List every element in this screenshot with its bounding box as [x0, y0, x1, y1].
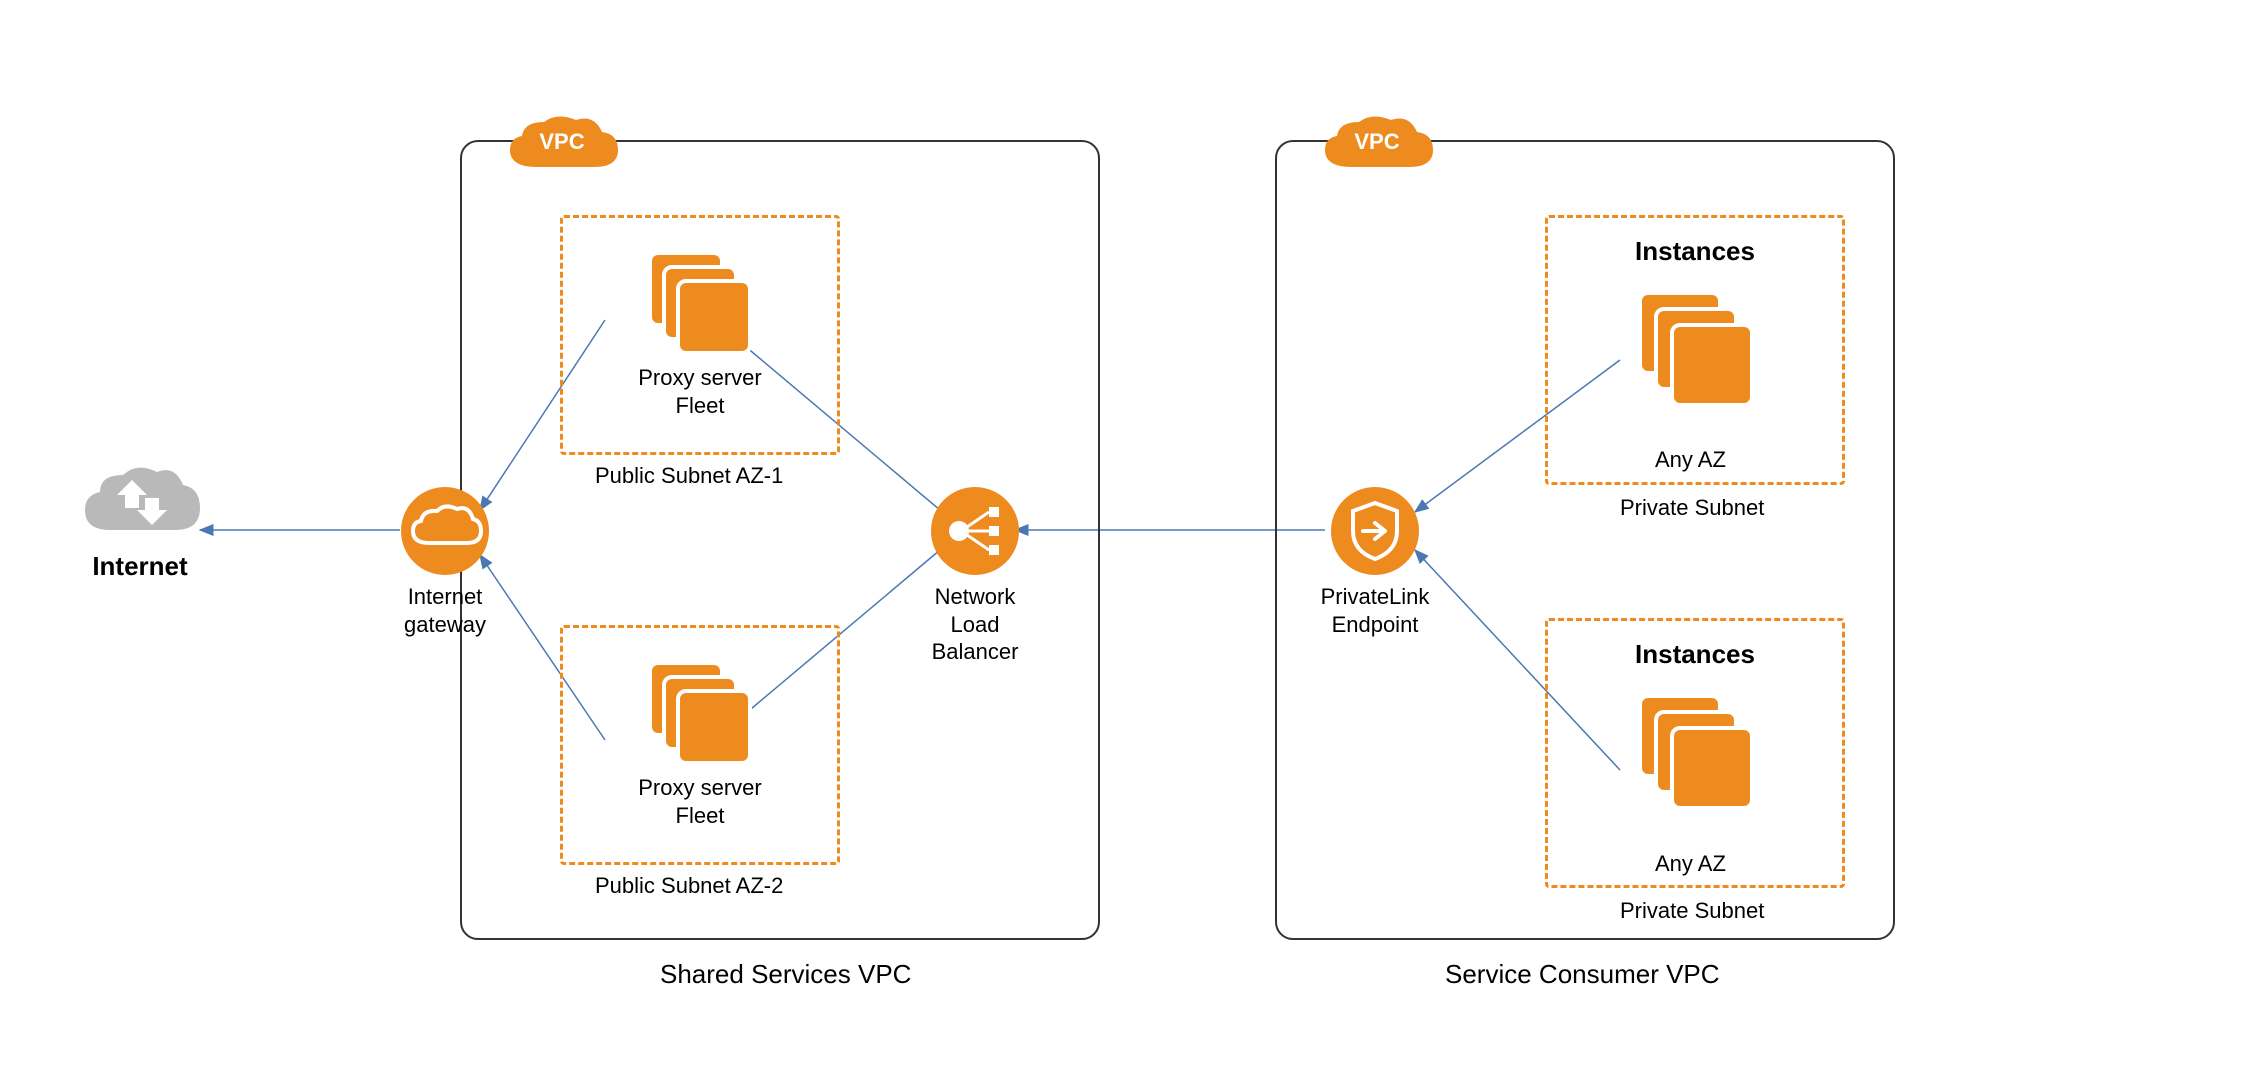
proxy-fleet-2-label: Proxy server Fleet [638, 774, 761, 829]
any-az-2-label: Any AZ [1655, 850, 1726, 878]
instances-1-title: Instances [1635, 235, 1755, 268]
instances-stack-icon [640, 245, 760, 360]
instances-stack-icon [1630, 688, 1760, 813]
cloud-icon [75, 460, 205, 550]
private-subnet-2-label: Private Subnet [1620, 897, 1764, 925]
vpc-badge-right: VPC [1317, 112, 1437, 172]
network-load-balancer-node: Network Load Balancer [920, 485, 1030, 666]
any-az-1-label: Any AZ [1655, 446, 1726, 474]
vpc-badge-right-label: VPC [1354, 129, 1399, 155]
nlb-label: Network Load Balancer [920, 583, 1030, 666]
public-subnet-az2-label: Public Subnet AZ-2 [595, 872, 783, 900]
shared-services-vpc-title: Shared Services VPC [660, 958, 911, 991]
instances-stack-icon [640, 655, 760, 770]
public-subnet-az1-label: Public Subnet AZ-1 [595, 462, 783, 490]
instances-1-node [1610, 285, 1780, 410]
igw-label: Internet gateway [404, 583, 486, 638]
internet-gateway-node: Internet gateway [395, 485, 495, 638]
privatelink-endpoint-node: PrivateLink Endpoint [1320, 485, 1430, 638]
proxy-fleet-1-node: Proxy server Fleet [605, 245, 795, 419]
load-balancer-icon [929, 485, 1021, 577]
proxy-fleet-2-node: Proxy server Fleet [605, 655, 795, 829]
internet-node: Internet [60, 460, 220, 583]
privatelink-icon [1329, 485, 1421, 577]
internet-label: Internet [92, 550, 187, 583]
vpc-badge-left-label: VPC [539, 129, 584, 155]
proxy-fleet-1-label: Proxy server Fleet [638, 364, 761, 419]
privatelink-label: PrivateLink Endpoint [1321, 583, 1430, 638]
vpc-badge-left: VPC [502, 112, 622, 172]
instances-2-node [1610, 688, 1780, 813]
instances-2-title: Instances [1635, 638, 1755, 671]
private-subnet-1-label: Private Subnet [1620, 494, 1764, 522]
instances-stack-icon [1630, 285, 1760, 410]
internet-gateway-icon [399, 485, 491, 577]
service-consumer-vpc-title: Service Consumer VPC [1445, 958, 1720, 991]
